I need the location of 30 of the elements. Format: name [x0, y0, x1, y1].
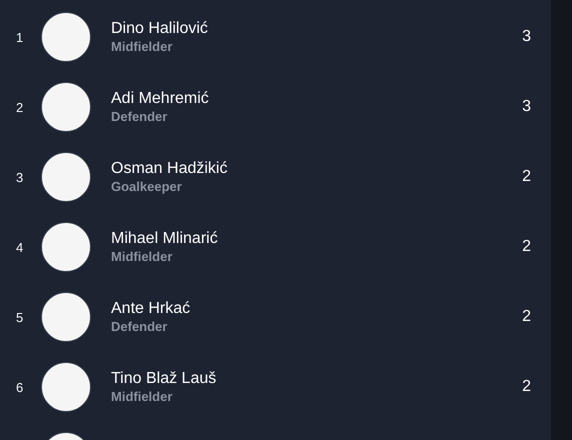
player-position: Midfielder: [111, 389, 174, 405]
stat-value: 2: [521, 168, 532, 186]
avatar-placeholder: [41, 12, 91, 62]
stat-value: 2: [521, 308, 532, 326]
rank-number: 2: [15, 100, 24, 114]
avatar-placeholder: [41, 222, 91, 272]
stat-value: 3: [521, 28, 532, 46]
rank-number: 5: [15, 310, 24, 324]
player-name[interactable]: Dino Halilović: [111, 19, 491, 38]
stat-value: 2: [521, 238, 532, 256]
player-name[interactable]: Adi Mehremić: [111, 89, 491, 108]
avatar-placeholder: [41, 152, 91, 202]
avatar-placeholder: [41, 82, 91, 132]
player-name[interactable]: Ante Hrkać: [111, 299, 491, 318]
rank-number: 6: [15, 380, 24, 394]
rank-number: 4: [15, 240, 24, 254]
player-name[interactable]: Mihael Mlinarić: [111, 229, 491, 248]
player-position: Defender: [111, 109, 168, 125]
player-position: Defender: [111, 319, 168, 335]
stat-value: 2: [521, 378, 532, 396]
rank-number: 3: [15, 170, 24, 184]
player-name[interactable]: Tino Blaž Lauš: [111, 369, 491, 388]
player-position: Midfielder: [111, 249, 174, 265]
rank-number: 1: [15, 30, 24, 44]
player-position: Midfielder: [111, 39, 174, 55]
player-position: Goalkeeper: [111, 179, 183, 195]
stat-value: 3: [521, 98, 532, 116]
avatar-placeholder: [41, 362, 91, 412]
avatar-placeholder: [41, 292, 91, 342]
player-name[interactable]: Osman Hadžikić: [111, 159, 491, 178]
